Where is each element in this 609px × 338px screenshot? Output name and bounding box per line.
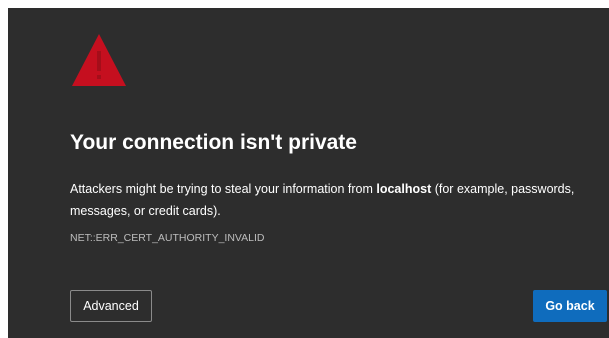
host-name: localhost xyxy=(376,182,432,196)
advanced-button[interactable]: Advanced xyxy=(70,290,152,322)
warning-message-text: Attackers might be trying to steal your … xyxy=(70,182,377,196)
warning-message: Attackers might be trying to steal your … xyxy=(70,178,598,222)
error-code: NET::ERR_CERT_AUTHORITY_INVALID xyxy=(70,232,265,244)
warning-triangle-icon xyxy=(72,34,126,86)
error-page: Your connection isn't private Attackers … xyxy=(8,8,609,338)
page-title: Your connection isn't private xyxy=(70,131,357,154)
go-back-button[interactable]: Go back xyxy=(533,290,607,322)
